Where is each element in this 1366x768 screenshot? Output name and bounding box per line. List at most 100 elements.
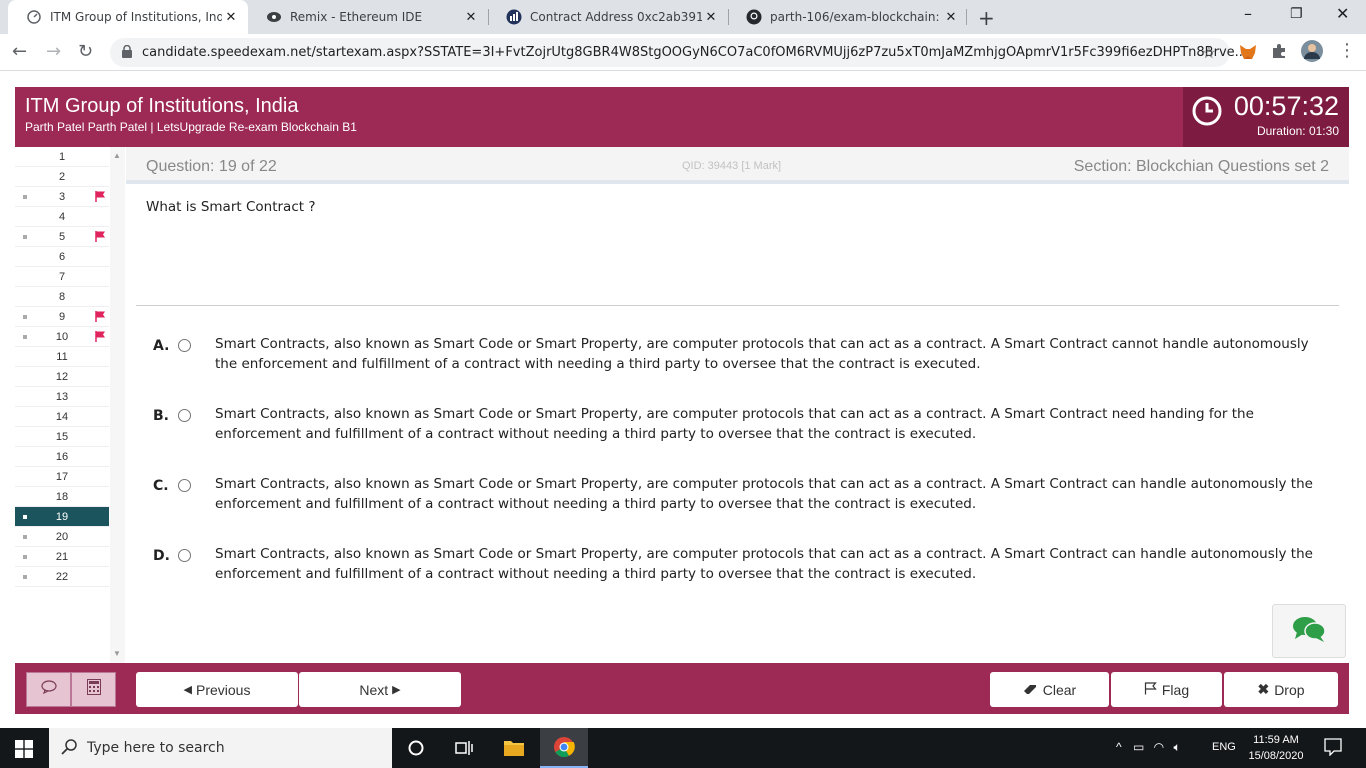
option-b[interactable]: B. Smart Contracts, also known as Smart …	[126, 404, 1349, 464]
question-nav-item[interactable]: 7	[15, 267, 109, 287]
etherscan-icon	[506, 9, 522, 25]
question-nav-item[interactable]: 8	[15, 287, 109, 307]
scroll-down-icon[interactable]: ▼	[113, 649, 121, 658]
notifications-icon[interactable]	[1324, 738, 1342, 761]
drop-label: Drop	[1274, 681, 1305, 698]
metamask-icon[interactable]	[1239, 43, 1257, 66]
system-tray[interactable]: ^ ▭ ◠ 🔈︎	[1116, 740, 1181, 755]
tab-close-icon[interactable]: ✕	[702, 10, 720, 25]
extensions-puzzle-icon[interactable]	[1271, 43, 1287, 64]
chrome-taskbar-icon[interactable]	[540, 728, 588, 768]
next-button[interactable]: Next ▶	[299, 672, 461, 707]
question-nav-item[interactable]: 1	[15, 147, 109, 167]
question-nav-number: 12	[55, 371, 69, 383]
minimize-icon[interactable]: –	[1244, 4, 1252, 23]
clear-button[interactable]: Clear	[990, 672, 1109, 707]
visited-marker	[23, 235, 27, 239]
address-bar[interactable]: candidate.speedexam.net/startexam.aspx?S…	[110, 38, 1247, 67]
sidebar-scrollbar[interactable]: ▲ ▼	[110, 147, 125, 663]
option-c[interactable]: C. Smart Contracts, also known as Smart …	[126, 474, 1349, 534]
new-tab-icon[interactable]: +	[978, 6, 995, 30]
question-nav-number: 3	[58, 191, 66, 203]
question-nav-item[interactable]: 16	[15, 447, 109, 467]
battery-icon[interactable]: ▭	[1133, 740, 1144, 754]
windows-start-icon[interactable]	[15, 740, 33, 763]
chat-button[interactable]	[1272, 604, 1346, 658]
question-nav-number: 17	[55, 471, 69, 483]
previous-button[interactable]: ◀ Previous	[136, 672, 298, 707]
question-nav-number: 18	[55, 491, 69, 503]
chevron-up-icon[interactable]: ^	[1116, 740, 1122, 754]
option-d-radio[interactable]	[178, 549, 191, 562]
drop-button[interactable]: ✖ Drop	[1224, 672, 1338, 707]
menu-kebab-icon[interactable]: ⋮	[1338, 40, 1356, 61]
tab-close-icon[interactable]: ✕	[942, 10, 960, 25]
question-nav-item[interactable]: 13	[15, 387, 109, 407]
browser-tab[interactable]: Remix - Ethereum IDE ✕	[248, 0, 488, 34]
visited-marker	[23, 515, 27, 519]
question-nav-number: 10	[55, 331, 69, 343]
task-view-icon[interactable]	[440, 728, 488, 768]
question-nav-number: 20	[55, 531, 69, 543]
browser-tab-strip: ITM Group of Institutions, India ✕ Remix…	[0, 0, 1366, 34]
x-icon: ✖	[1257, 681, 1270, 697]
question-nav-item[interactable]: 2	[15, 167, 109, 187]
question-nav-item[interactable]: 18	[15, 487, 109, 507]
wifi-icon[interactable]: ◠	[1154, 740, 1164, 754]
question-nav-item[interactable]: 5	[15, 227, 109, 247]
cortana-icon[interactable]	[392, 728, 440, 768]
question-nav-item[interactable]: 19	[15, 507, 109, 527]
clock[interactable]: 11:59 AM 15/08/2020	[1245, 732, 1307, 764]
volume-icon[interactable]: 🔈︎	[1174, 740, 1181, 754]
question-nav-item[interactable]: 3	[15, 187, 109, 207]
option-c-radio[interactable]	[178, 479, 191, 492]
question-nav-item[interactable]: 6	[15, 247, 109, 267]
question-nav-item[interactable]: 11	[15, 347, 109, 367]
scroll-up-icon[interactable]: ▲	[113, 151, 121, 160]
window-close-icon[interactable]: ✕	[1336, 4, 1349, 23]
taskbar-search-box[interactable]: Type here to search	[49, 728, 392, 768]
option-d[interactable]: D. Smart Contracts, also known as Smart …	[126, 544, 1349, 604]
browser-tab[interactable]: parth-106/exam-blockchain: bloc ✕	[728, 0, 968, 34]
calculator-button[interactable]	[71, 672, 116, 707]
question-nav-item[interactable]: 21	[15, 547, 109, 567]
question-header: Question: 19 of 22 QID: 39443 [1 Mark] S…	[126, 147, 1349, 184]
visited-marker	[23, 575, 27, 579]
lock-icon	[122, 44, 132, 63]
option-label: A.	[153, 338, 170, 354]
browser-tab[interactable]: Contract Address 0xc2ab3917ad ✕	[488, 0, 728, 34]
question-nav-number: 9	[58, 311, 66, 323]
restore-icon[interactable]: ❐	[1290, 6, 1303, 22]
tab-close-icon[interactable]: ✕	[462, 10, 480, 25]
question-nav-item[interactable]: 9	[15, 307, 109, 327]
option-a-radio[interactable]	[178, 339, 191, 352]
file-explorer-icon[interactable]	[490, 728, 538, 768]
profile-avatar[interactable]	[1301, 40, 1323, 67]
question-nav-item[interactable]: 20	[15, 527, 109, 547]
bookmark-star-icon[interactable]: ☆	[1202, 43, 1216, 63]
calculator-icon	[86, 679, 101, 700]
question-nav-item[interactable]: 12	[15, 367, 109, 387]
option-a[interactable]: A. Smart Contracts, also known as Smart …	[126, 334, 1349, 394]
reload-icon[interactable]: ↻	[78, 41, 93, 62]
previous-label: Previous	[196, 681, 251, 698]
clock-time: 11:59 AM	[1253, 734, 1299, 746]
question-nav-item[interactable]: 15	[15, 427, 109, 447]
language-indicator[interactable]: ENG	[1212, 741, 1236, 753]
countdown-timer: 00:57:32	[1233, 91, 1339, 121]
question-nav-item[interactable]: 10	[15, 327, 109, 347]
exam-header: ITM Group of Institutions, India Parth P…	[15, 87, 1349, 147]
question-nav-item[interactable]: 4	[15, 207, 109, 227]
question-nav-item[interactable]: 17	[15, 467, 109, 487]
question-nav-item[interactable]: 14	[15, 407, 109, 427]
option-text: Smart Contracts, also known as Smart Cod…	[215, 546, 1313, 582]
flag-button[interactable]: Flag	[1111, 672, 1222, 707]
visited-marker	[23, 315, 27, 319]
question-nav-item[interactable]: 22	[15, 567, 109, 587]
comment-button[interactable]	[26, 672, 71, 707]
back-icon[interactable]: ←	[12, 41, 27, 62]
forward-icon[interactable]: →	[46, 41, 61, 62]
option-b-radio[interactable]	[178, 409, 191, 422]
browser-tab-active[interactable]: ITM Group of Institutions, India ✕	[8, 0, 248, 34]
tab-close-icon[interactable]: ✕	[222, 10, 240, 25]
